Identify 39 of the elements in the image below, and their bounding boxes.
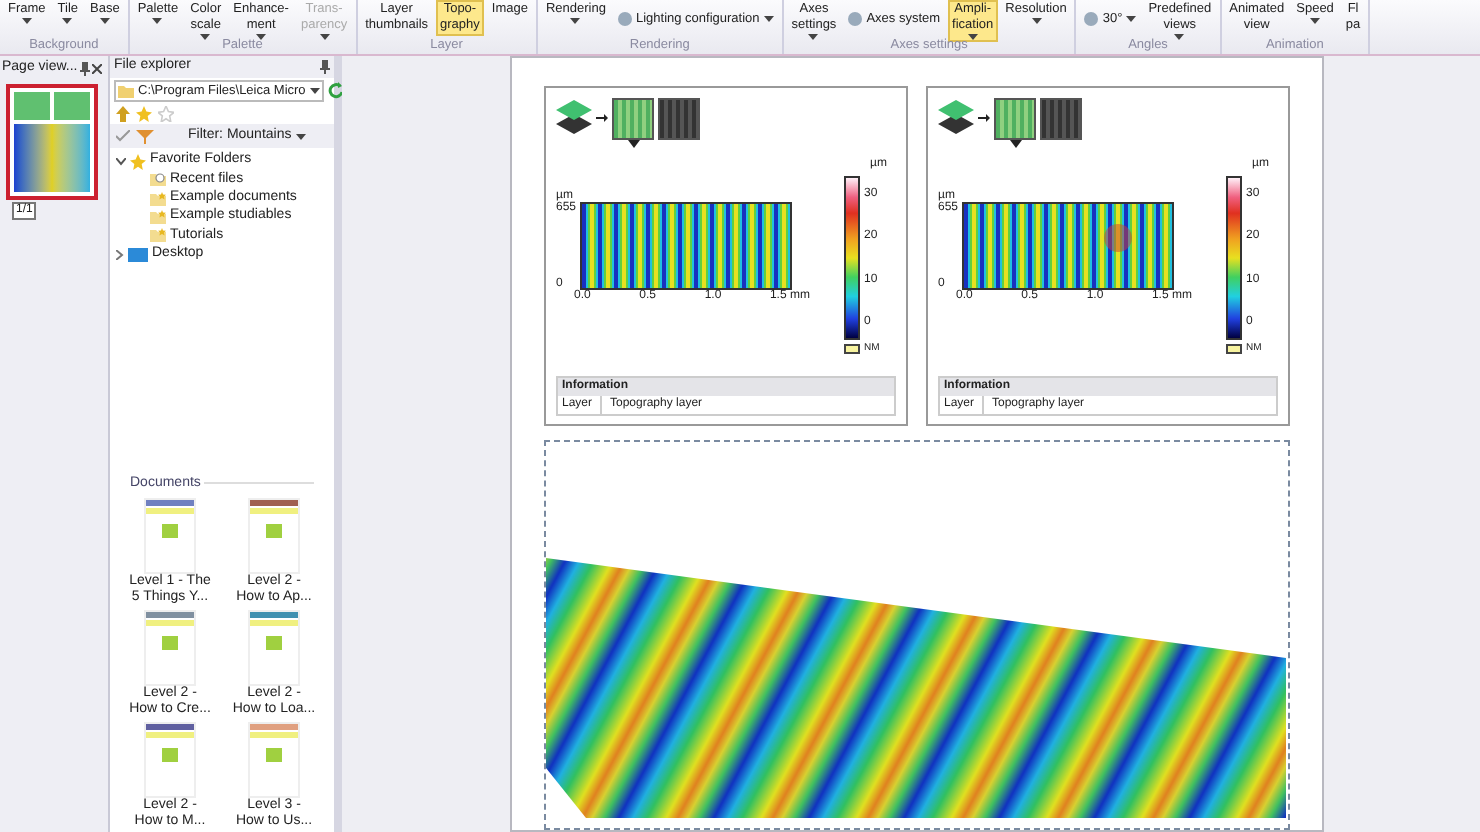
document-thumbnail[interactable] [144,722,196,798]
document-thumbnail[interactable] [248,722,300,798]
clock-folder-icon [150,172,166,187]
star-icon[interactable] [136,105,152,121]
star-icon [130,153,146,170]
arrow-icon [596,114,608,122]
caret-icon [295,133,306,139]
collapse-chevron-icon[interactable] [116,157,126,166]
star-folder-icon [150,228,166,243]
document-thumbnail[interactable] [248,498,300,574]
layers-icon [938,98,974,138]
pin-icon[interactable] [79,61,90,75]
desktop-icon [128,247,148,262]
expand-chevron-icon[interactable] [116,249,124,260]
arrow-icon [978,114,990,122]
pin-icon[interactable] [320,60,330,74]
down-triangle-icon [627,140,639,148]
star-folder-icon [150,210,166,225]
page-thumbnail[interactable] [6,84,98,200]
layer-thumbnail[interactable] [994,98,1036,140]
star-icon[interactable] [158,105,174,121]
star-folder-icon [150,191,166,206]
document-thumbnail[interactable] [144,498,196,574]
close-icon[interactable] [91,63,102,73]
document-thumbnail[interactable] [248,610,300,686]
refresh-icon[interactable] [327,82,344,100]
down-triangle-icon [1009,140,1021,148]
up-arrow-icon[interactable] [116,105,130,121]
layer-thumbnail[interactable] [612,98,654,140]
check-icon[interactable] [116,130,130,142]
layers-icon [556,98,592,138]
document-thumbnail[interactable] [144,610,196,686]
caret-icon [309,88,320,94]
layer-thumbnail[interactable] [1040,98,1082,140]
filter-icon[interactable] [136,129,154,143]
legend-swatch [844,344,860,354]
folder-icon [118,85,134,97]
legend-swatch [1226,344,1242,354]
layer-thumbnail[interactable] [658,98,700,140]
